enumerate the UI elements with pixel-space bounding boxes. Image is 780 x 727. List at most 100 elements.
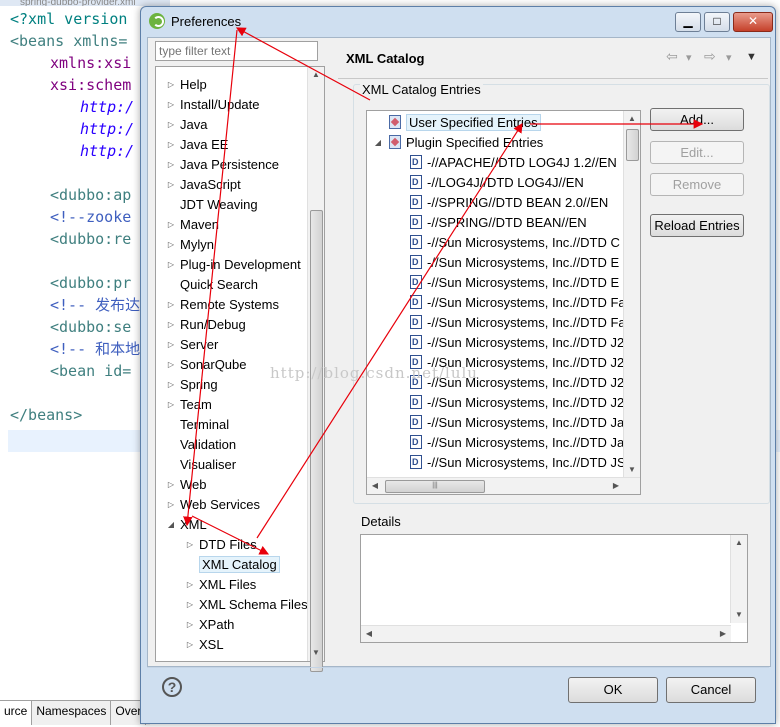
tree-item-xml-schema-files[interactable]: ▷ XML Schema Files xyxy=(187,595,308,615)
catalog-entry-item[interactable]: -//Sun Microsystems, Inc.//DTD E xyxy=(410,252,619,273)
maximize-button[interactable]: □ xyxy=(704,12,730,32)
help-icon[interactable]: ? xyxy=(162,677,182,697)
collapsed-twisty-icon[interactable]: ▷ xyxy=(166,355,176,375)
collapsed-twisty-icon[interactable]: ▷ xyxy=(166,95,176,115)
tree-item-web[interactable]: ▷ Web xyxy=(168,475,207,495)
code-line[interactable]: http:/ xyxy=(0,140,150,162)
forward-arrow-icon[interactable]: ⇨ xyxy=(704,48,716,65)
collapsed-twisty-icon[interactable]: ▷ xyxy=(185,575,195,595)
catalog-entry-item[interactable]: -//Sun Microsystems, Inc.//DTD Fa xyxy=(410,312,626,333)
collapsed-twisty-icon[interactable]: ▷ xyxy=(166,375,176,395)
close-button[interactable]: ✕ xyxy=(733,12,773,32)
panel-sash[interactable] xyxy=(326,38,332,666)
catalog-hscroll-thumb[interactable]: ||| xyxy=(385,480,485,493)
collapsed-twisty-icon[interactable]: ▷ xyxy=(166,155,176,175)
catalog-scroll-thumb[interactable] xyxy=(626,129,639,161)
collapsed-twisty-icon[interactable]: ▷ xyxy=(166,295,176,315)
catalog-group-item[interactable]: ◢ Plugin Specified Entries xyxy=(375,133,543,153)
tab-source[interactable]: urce xyxy=(0,701,33,725)
catalog-entry-item[interactable]: -//Sun Microsystems, Inc.//DTD J2 xyxy=(410,392,624,413)
tree-item-sonarqube[interactable]: ▷ SonarQube xyxy=(168,355,247,375)
code-line[interactable]: </beans> xyxy=(0,404,150,426)
catalog-entry-item[interactable]: -//Sun Microsystems, Inc.//DTD Ja xyxy=(410,412,624,433)
ok-button[interactable]: OK xyxy=(568,677,658,703)
catalog-entry-item[interactable]: -//SPRING//DTD BEAN//EN xyxy=(410,212,587,233)
tree-item-java-persistence[interactable]: ▷ Java Persistence xyxy=(168,155,279,175)
collapsed-twisty-icon[interactable]: ▷ xyxy=(166,335,176,355)
tree-item-install-update[interactable]: ▷ Install/Update xyxy=(168,95,260,115)
code-area[interactable]: <?xml version <beans xmlns= xmlns:xsi xsi:s… xyxy=(0,8,150,426)
collapsed-twisty-icon[interactable]: ▷ xyxy=(185,635,195,655)
collapsed-twisty-icon[interactable]: ▷ xyxy=(166,175,176,195)
scroll-down-icon[interactable]: ▼ xyxy=(731,607,747,623)
minimize-button[interactable]: ▁ xyxy=(675,12,701,32)
scroll-up-icon[interactable]: ▲ xyxy=(731,535,747,551)
reload-entries-button[interactable]: Reload Entries xyxy=(650,214,744,237)
catalog-hscrollbar[interactable]: ◀ ||| ▶ xyxy=(367,477,640,494)
add-button[interactable]: Add... xyxy=(650,108,744,131)
tree-item-validation[interactable]: Validation xyxy=(180,435,236,455)
tree-item-spring[interactable]: ▷ Spring xyxy=(168,375,218,395)
collapsed-twisty-icon[interactable]: ▷ xyxy=(166,115,176,135)
details-hscrollbar[interactable]: ◀ ▶ xyxy=(361,625,731,642)
collapsed-twisty-icon[interactable]: ▷ xyxy=(166,395,176,415)
tree-item-xml-catalog[interactable]: XML Catalog xyxy=(199,555,280,575)
tree-item-xml[interactable]: ◢ XML xyxy=(168,515,207,535)
code-line[interactable]: xsi:schem xyxy=(0,74,150,96)
code-line[interactable]: <?xml version xyxy=(0,8,150,30)
code-line[interactable]: <bean id= xyxy=(0,360,150,382)
catalog-entry-item[interactable]: -//SPRING//DTD BEAN 2.0//EN xyxy=(410,192,608,213)
tree-item-server[interactable]: ▷ Server xyxy=(168,335,218,355)
tree-item-quick-search[interactable]: Quick Search xyxy=(180,275,258,295)
collapsed-twisty-icon[interactable]: ▷ xyxy=(166,475,176,495)
details-vscrollbar[interactable]: ▲ ▼ xyxy=(730,535,747,623)
code-line[interactable]: <dubbo:se xyxy=(0,316,150,338)
collapsed-twisty-icon[interactable]: ▷ xyxy=(185,615,195,635)
tree-item-java[interactable]: ▷ Java xyxy=(168,115,208,135)
filter-input[interactable] xyxy=(155,41,318,61)
tree-item-jdt-weaving[interactable]: JDT Weaving xyxy=(180,195,258,215)
tree-item-terminal[interactable]: Terminal xyxy=(180,415,229,435)
tree-item-help[interactable]: ▷ Help xyxy=(168,75,207,95)
expanded-twisty-icon[interactable]: ◢ xyxy=(373,133,383,153)
code-line[interactable] xyxy=(0,382,150,404)
catalog-entry-item[interactable]: -//Sun Microsystems, Inc.//DTD Ja xyxy=(410,432,624,453)
tab-namespaces[interactable]: Namespaces xyxy=(32,701,112,725)
scroll-up-icon[interactable]: ▲ xyxy=(308,67,324,83)
collapsed-twisty-icon[interactable]: ▷ xyxy=(166,255,176,275)
tree-item-maven[interactable]: ▷ Maven xyxy=(168,215,219,235)
tree-item-mylyn[interactable]: ▷ Mylyn xyxy=(168,235,214,255)
code-line[interactable]: <!-- 和本地 xyxy=(0,338,150,360)
code-line[interactable]: <!--zooke xyxy=(0,206,150,228)
tree-item-dtd-files[interactable]: ▷ DTD Files xyxy=(187,535,257,555)
view-menu-icon[interactable]: ▼ xyxy=(746,51,757,63)
code-line[interactable]: <dubbo:re xyxy=(0,228,150,250)
scroll-up-icon[interactable]: ▲ xyxy=(624,111,640,127)
dialog-titlebar[interactable]: Preferences ▁ □ ✕ xyxy=(141,7,775,37)
scroll-down-icon[interactable]: ▼ xyxy=(624,462,640,478)
catalog-entry-item[interactable]: -//Sun Microsystems, Inc.//DTD JS xyxy=(410,452,626,473)
expanded-twisty-icon[interactable]: ◢ xyxy=(166,515,176,535)
collapsed-twisty-icon[interactable]: ▷ xyxy=(166,215,176,235)
code-line[interactable]: <beans xmlns= xyxy=(0,30,150,52)
edit-button[interactable]: Edit... xyxy=(650,141,744,164)
tree-item-team[interactable]: ▷ Team xyxy=(168,395,212,415)
code-line[interactable]: http:/ xyxy=(0,96,150,118)
back-arrow-icon[interactable]: ⇦ xyxy=(666,48,678,65)
code-line[interactable]: http:/ xyxy=(0,118,150,140)
catalog-entry-item[interactable]: -//Sun Microsystems, Inc.//DTD J2 xyxy=(410,332,624,353)
code-line[interactable]: xmlns:xsi xyxy=(0,52,150,74)
tree-item-plug-in-development[interactable]: ▷ Plug-in Development xyxy=(168,255,301,275)
collapsed-twisty-icon[interactable]: ▷ xyxy=(166,315,176,335)
tree-item-java-ee[interactable]: ▷ Java EE xyxy=(168,135,229,155)
back-menu-icon[interactable]: ▾ xyxy=(686,51,692,64)
code-line[interactable]: <dubbo:pr xyxy=(0,272,150,294)
catalog-group-item[interactable]: User Specified Entries xyxy=(389,113,541,133)
collapsed-twisty-icon[interactable]: ▷ xyxy=(166,75,176,95)
collapsed-twisty-icon[interactable]: ▷ xyxy=(185,535,195,555)
tree-item-remote-systems[interactable]: ▷ Remote Systems xyxy=(168,295,279,315)
code-line[interactable] xyxy=(0,250,150,272)
cancel-button[interactable]: Cancel xyxy=(666,677,756,703)
tree-item-xpath[interactable]: ▷ XPath xyxy=(187,615,235,635)
tree-scroll-thumb[interactable] xyxy=(310,210,323,672)
